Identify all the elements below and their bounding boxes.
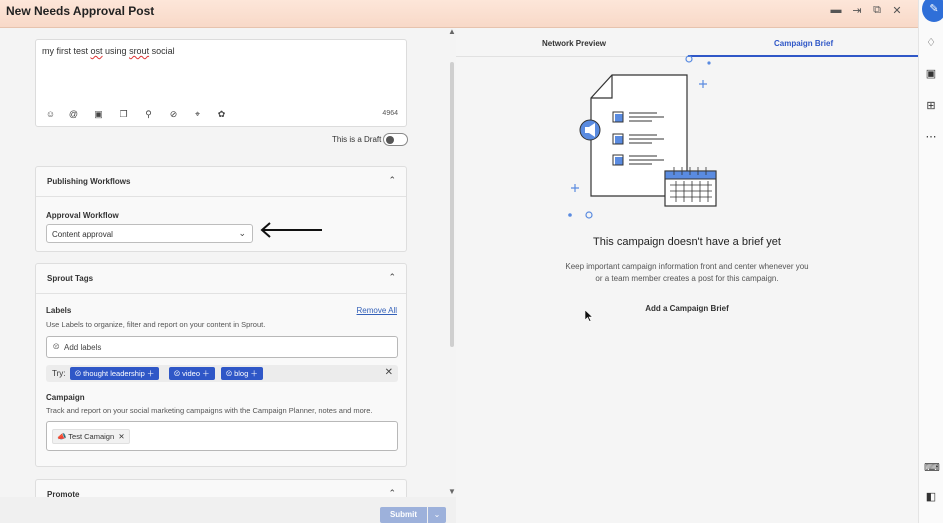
dismiss-suggestions-icon[interactable]: ✕ (385, 367, 393, 378)
title-bar: New Needs Approval Post ▬ ⇥ ⧉ ✕ (0, 0, 918, 28)
arrow-annotation (260, 222, 322, 238)
labels-input[interactable]: ⦼ Add labels (46, 336, 398, 358)
app-window: New Needs Approval Post ▬ ⇥ ⧉ ✕ ✎ ♢ ▣ ⊞ … (0, 0, 943, 523)
publishing-workflows-section: Publishing Workflows ⌃ Approval Workflow… (35, 166, 407, 252)
chevron-up-icon[interactable]: ⌃ (388, 272, 396, 283)
label-suggestions: Try: ⦼ thought leadership ＋ ⦼ video ＋ ⦼ … (46, 365, 398, 382)
message-text[interactable]: my first test ost using srout social (42, 46, 175, 56)
draft-toggle[interactable] (383, 133, 408, 146)
remove-all-link[interactable]: Remove All (357, 306, 397, 315)
right-rail: ✎ ♢ ▣ ⊞ ⋯ ⌨ ◧ (918, 0, 943, 523)
minimize-icon[interactable]: ▬ (829, 4, 843, 16)
panel-icon[interactable]: ◧ (924, 490, 938, 504)
labels-title: Labels (46, 306, 72, 315)
campaign-chip[interactable]: 📣 Test Camaign ✕ (52, 429, 130, 444)
mouse-cursor-icon (585, 310, 593, 322)
labels-placeholder: Add labels (64, 343, 102, 352)
compose-icon[interactable]: ✎ (922, 0, 943, 22)
section-header[interactable]: Publishing Workflows ⌃ (36, 167, 406, 197)
add-campaign-brief-button[interactable]: Add a Campaign Brief (456, 304, 918, 313)
approval-workflow-label: Approval Workflow (46, 211, 119, 220)
emoji-icon[interactable]: ☺ (45, 109, 56, 120)
approval-workflow-select[interactable]: Content approval ⌄ (46, 224, 253, 243)
draft-label: This is a Draft (332, 135, 382, 144)
suggestion-chip[interactable]: ⦼ thought leadership ＋ (70, 367, 160, 380)
campaign-help: Track and report on your social marketin… (46, 406, 373, 415)
notifications-icon[interactable]: ♢ (924, 36, 938, 50)
selected-value: Content approval (52, 230, 113, 239)
message-editor[interactable]: my first test ost using srout social ☺ @… (35, 39, 407, 127)
mention-icon[interactable]: @ (68, 109, 79, 120)
try-label: Try: (52, 369, 66, 378)
section-title: Publishing Workflows (47, 177, 131, 186)
labels-help: Use Labels to organize, filter and repor… (46, 320, 266, 329)
empty-state-line: Keep important campaign information fron… (565, 262, 809, 271)
add-icon[interactable]: ⊞ (924, 99, 938, 113)
scroll-down-icon[interactable]: ▼ (448, 487, 456, 496)
campaign-title: Campaign (46, 393, 85, 402)
section-header[interactable]: Sprout Tags ⌃ (36, 264, 406, 294)
scroll-up-icon[interactable]: ▲ (448, 27, 456, 36)
chevron-up-icon[interactable]: ⌃ (388, 175, 396, 186)
location-icon[interactable]: ⚲ (143, 109, 154, 120)
sprout-tags-section: Sprout Tags ⌃ Labels Remove All Use Labe… (35, 263, 407, 467)
tab-campaign-brief[interactable]: Campaign Brief (774, 39, 833, 48)
suggestion-chip[interactable]: ⦼ blog ＋ (221, 367, 263, 380)
compose-footer: Submit ⌄ (0, 497, 456, 523)
messages-icon[interactable]: ▣ (924, 67, 938, 81)
empty-state-title: This campaign doesn't have a brief yet (593, 236, 781, 248)
suggestion-chip[interactable]: ⦼ video ＋ (169, 367, 215, 380)
close-icon[interactable]: ✕ (890, 4, 904, 17)
hide-icon[interactable]: ⊘ (168, 109, 179, 120)
tab-network-preview[interactable]: Network Preview (542, 39, 606, 48)
media-library-icon[interactable]: ❐ (118, 109, 129, 120)
toggle-knob (386, 136, 394, 144)
assets-icon[interactable]: ✿ (216, 109, 227, 120)
window-title: New Needs Approval Post (6, 4, 155, 18)
tag-icon: ⦼ (53, 342, 60, 351)
campaign-brief-illustration (568, 55, 717, 219)
character-count: 4964 (382, 110, 398, 117)
compose-scrollbar[interactable]: ▲ ▼ (448, 27, 456, 498)
compose-panel: ▲ ▼ my first test ost using srout social… (0, 27, 456, 523)
restore-icon[interactable]: ⧉ (870, 4, 884, 17)
submit-options-button[interactable]: ⌄ (428, 507, 446, 523)
misspelled-word[interactable]: srout (129, 46, 149, 56)
campaign-input[interactable]: 📣 Test Camaign ✕ (46, 421, 398, 451)
submit-button[interactable]: Submit (380, 507, 427, 523)
keyboard-icon[interactable]: ⌨ (924, 461, 940, 475)
preview-panel: Network Preview Campaign Brief This camp… (456, 28, 918, 523)
misspelled-word[interactable]: ost (91, 46, 103, 56)
chevron-down-icon: ⌄ (238, 228, 246, 238)
more-icon[interactable]: ⋯ (924, 130, 938, 144)
dock-icon[interactable]: ⇥ (850, 4, 864, 17)
empty-state-line: or a team member creates a post for this… (595, 274, 779, 283)
camera-icon[interactable]: ▣ (93, 109, 104, 120)
empty-state-description: Keep important campaign information fron… (456, 261, 918, 285)
section-title: Sprout Tags (47, 274, 94, 283)
crop-icon[interactable]: ⌖ (192, 109, 203, 120)
scroll-thumb[interactable] (450, 62, 454, 347)
